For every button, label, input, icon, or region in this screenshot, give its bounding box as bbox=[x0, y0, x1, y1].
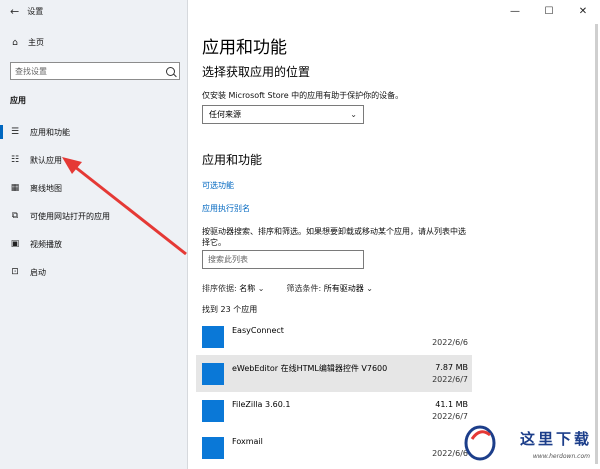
app-icon bbox=[202, 399, 224, 422]
sidebar-item-label: 启动 bbox=[30, 267, 46, 277]
sidebar-item-video-playback[interactable]: ▣ 视频播放 bbox=[0, 230, 188, 258]
dropdown-value: 任何来源 bbox=[209, 110, 241, 119]
sort-label: 排序依据: bbox=[202, 284, 237, 293]
back-arrow-icon[interactable]: ← bbox=[10, 5, 19, 18]
chevron-down-icon: ⌄ bbox=[366, 284, 373, 293]
search-icon[interactable] bbox=[166, 66, 175, 76]
startup-icon: ⊡ bbox=[11, 267, 19, 277]
app-count: 找到 23 个应用 bbox=[202, 305, 258, 314]
sidebar-item-label: 应用和功能 bbox=[30, 127, 70, 137]
app-list: EasyConnect 2022/6/6 eWebEditor 在线HTML编辑… bbox=[196, 318, 472, 466]
app-name: FileZilla 3.60.1 bbox=[232, 400, 291, 409]
window-title-bar: ← 设置 bbox=[10, 5, 43, 18]
sidebar-item-website-apps[interactable]: ⧉ 可使用网站打开的应用 bbox=[0, 202, 188, 230]
home-icon: ⌂ bbox=[12, 37, 18, 48]
app-list-search-input[interactable] bbox=[208, 255, 358, 264]
main-content: 应用和功能 选择获取应用的位置 仅安装 Microsoft Store 中的应用… bbox=[188, 0, 600, 469]
website-apps-icon: ⧉ bbox=[11, 211, 19, 221]
apps-section-description: 按驱动器搜索、排序和筛选。如果想要卸载或移动某个应用，请从列表中选择它。 bbox=[202, 227, 466, 247]
filter-label: 筛选条件: bbox=[286, 284, 322, 293]
default-apps-icon: ☷ bbox=[10, 155, 20, 165]
filter-value: 所有驱动器 bbox=[323, 284, 364, 293]
watermark-url: www.herdown.com bbox=[532, 453, 590, 460]
apps-list-icon: ☰ bbox=[10, 127, 20, 137]
sort-value: 名称 bbox=[239, 284, 256, 293]
map-icon: ▦ bbox=[10, 183, 20, 193]
list-item[interactable]: FileZilla 3.60.1 41.1 MB 2022/6/7 bbox=[196, 392, 472, 429]
app-name: Foxmail bbox=[232, 437, 263, 446]
sidebar-item-label: 离线地图 bbox=[30, 183, 62, 193]
sort-filter-bar: 排序依据: 名称 ⌄ 筛选条件: 所有驱动器 ⌄ bbox=[202, 283, 373, 294]
list-item[interactable]: Foxmail 2022/6/6 bbox=[196, 429, 472, 466]
settings-search-box[interactable] bbox=[10, 62, 180, 80]
optional-features-link[interactable]: 可选功能 bbox=[202, 180, 234, 191]
sidebar-item-label: 视频播放 bbox=[30, 239, 62, 249]
install-source-title: 选择获取应用的位置 bbox=[202, 65, 311, 79]
app-icon bbox=[202, 325, 224, 348]
sidebar-home[interactable]: ⌂ 主页 bbox=[10, 37, 44, 48]
list-item[interactable]: EasyConnect 2022/6/6 bbox=[196, 318, 472, 355]
window-title: 设置 bbox=[27, 7, 44, 16]
video-icon: ▣ bbox=[10, 239, 20, 249]
sidebar-nav: ☰ 应用和功能 ☷ 默认应用 ▦ 离线地图 ⧉ 可使用网站打开的应用 ▣ 视频播… bbox=[0, 118, 188, 286]
list-item[interactable]: eWebEditor 在线HTML编辑器控件 V7600 7.87 MB 202… bbox=[196, 355, 472, 392]
install-source-dropdown[interactable]: 任何来源 ⌄ bbox=[202, 105, 364, 124]
app-size: 7.87 MB bbox=[435, 363, 468, 372]
app-date: 2022/6/7 bbox=[432, 375, 468, 384]
app-date: 2022/6/6 bbox=[432, 338, 468, 347]
app-alias-link[interactable]: 应用执行别名 bbox=[202, 203, 250, 214]
chevron-down-icon: ⌄ bbox=[257, 284, 265, 293]
filter-dropdown[interactable]: 筛选条件: 所有驱动器 ⌄ bbox=[287, 283, 374, 294]
settings-search-input[interactable] bbox=[15, 66, 166, 76]
app-icon bbox=[202, 362, 224, 385]
app-list-search-box[interactable] bbox=[202, 250, 364, 269]
app-name: EasyConnect bbox=[232, 326, 284, 335]
chevron-down-icon: ⌄ bbox=[350, 110, 357, 119]
app-icon bbox=[202, 436, 224, 459]
app-size: 41.1 MB bbox=[435, 400, 468, 409]
app-name: eWebEditor 在线HTML编辑器控件 V7600 bbox=[232, 364, 388, 373]
install-source-description: 仅安装 Microsoft Store 中的应用有助于保护你的设备。 bbox=[202, 91, 404, 100]
home-label: 主页 bbox=[28, 38, 44, 47]
sidebar-item-label: 可使用网站打开的应用 bbox=[30, 211, 110, 221]
sidebar-item-startup[interactable]: ⊡ 启动 bbox=[0, 258, 188, 286]
page-title: 应用和功能 bbox=[202, 38, 287, 58]
apps-section-title: 应用和功能 bbox=[202, 153, 263, 167]
sidebar-item-apps-features[interactable]: ☰ 应用和功能 bbox=[0, 118, 188, 146]
watermark-text: 这里下载 bbox=[519, 430, 592, 448]
sidebar-section-label: 应用 bbox=[10, 96, 26, 105]
scrollbar[interactable] bbox=[595, 24, 598, 464]
sidebar-item-offline-maps[interactable]: ▦ 离线地图 bbox=[0, 174, 188, 202]
logo-swoosh-icon bbox=[470, 430, 491, 440]
sidebar-item-label: 默认应用 bbox=[30, 155, 62, 165]
sort-dropdown[interactable]: 排序依据: 名称 ⌄ bbox=[202, 283, 265, 294]
sidebar-item-default-apps[interactable]: ☷ 默认应用 bbox=[0, 146, 188, 174]
sidebar: ← 设置 ⌂ 主页 应用 ☰ 应用和功能 ☷ 默认应用 ▦ 离线地图 ⧉ 可使用… bbox=[0, 0, 188, 469]
